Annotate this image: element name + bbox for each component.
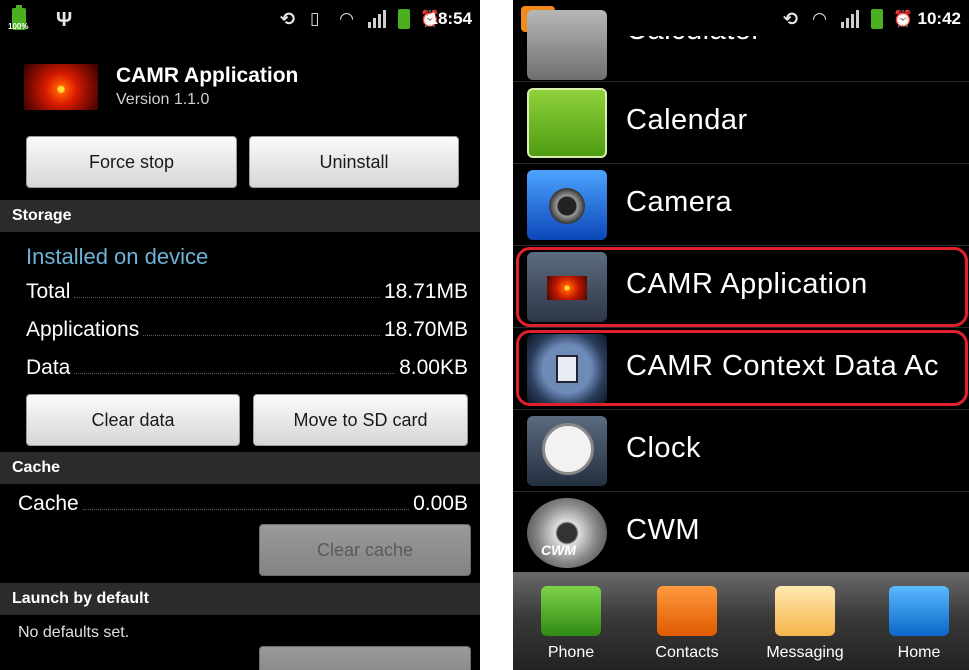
app-name: Camera <box>626 186 733 218</box>
storage-label: Applications <box>26 318 140 341</box>
storage-row-total: Total 18.71MB <box>26 280 468 312</box>
phone-icon <box>541 586 601 636</box>
clock-time: 18:54 <box>428 9 472 28</box>
cache-value: 0.00B <box>413 492 468 515</box>
dock-label: Contacts <box>655 644 719 661</box>
dock-label: Messaging <box>766 644 844 661</box>
dock-label: Phone <box>547 644 595 661</box>
storage-row-data: Data 8.00KB <box>26 356 468 388</box>
cwm-badge: CWM <box>541 542 576 558</box>
cache-label: Cache <box>18 492 79 515</box>
contacts-icon <box>657 586 717 636</box>
storage-label: Data <box>26 356 71 379</box>
battery-percent: 100% <box>8 22 29 31</box>
sync-icon: ⟲ <box>280 9 296 29</box>
app-item-cwm[interactable]: CWM CWM <box>513 492 969 574</box>
calculator-icon <box>527 10 607 80</box>
cwm-gear-icon: CWM <box>527 498 607 568</box>
app-item-camera[interactable]: Camera <box>513 164 969 246</box>
app-name: CWM <box>626 514 700 546</box>
installed-location: Installed on device <box>26 244 209 269</box>
app-name: Calendar <box>626 104 748 136</box>
app-item-calendar[interactable]: Calendar <box>513 82 969 164</box>
app-header: CAMR Application Version 1.1.0 <box>0 50 480 120</box>
dock-contacts[interactable]: Contacts <box>637 586 737 670</box>
dock-home[interactable]: Home <box>869 586 969 670</box>
camera-icon <box>527 170 607 240</box>
battery-status-icon <box>398 9 410 29</box>
dock-messaging[interactable]: Messaging <box>755 586 855 670</box>
storage-label: Total <box>26 280 71 303</box>
calendar-icon <box>527 88 607 158</box>
cache-header: Cache <box>0 452 480 484</box>
highlight-camr-context <box>516 330 968 406</box>
app-drawer-screen: 16° Ψ ⟲ ◠ ⏰ 10:42 Calculator Calendar Ca… <box>513 0 969 670</box>
status-bar: 100% Ψ ⟲ ▯ ◠ ⏰ 18:54 <box>0 0 480 38</box>
clock-icon <box>527 416 607 486</box>
clear-defaults-button[interactable] <box>259 646 471 670</box>
dock-label: Home <box>897 644 941 661</box>
storage-value: 18.70MB <box>383 318 468 341</box>
storage-value: 18.71MB <box>383 280 468 303</box>
camr-app-icon <box>24 64 98 110</box>
usb-icon: Ψ <box>56 9 73 31</box>
launch-default-header: Launch by default <box>0 583 480 615</box>
app-version: Version 1.1.0 <box>116 91 210 108</box>
vibrate-icon: ▯ <box>310 9 320 28</box>
force-stop-button[interactable]: Force stop <box>26 136 237 188</box>
dock-bar: Phone Contacts Messaging Home <box>513 572 969 670</box>
dock-phone[interactable]: Phone <box>521 586 621 670</box>
signal-icon <box>368 10 386 28</box>
app-name: Clock <box>626 432 702 464</box>
app-name: Calculator <box>626 14 762 46</box>
cache-row: Cache 0.00B <box>18 492 468 524</box>
storage-row-applications: Applications 18.70MB <box>26 318 468 350</box>
messaging-icon <box>775 586 835 636</box>
storage-value: 8.00KB <box>399 356 468 379</box>
move-to-sd-button[interactable]: Move to SD card <box>253 394 468 446</box>
clear-data-button[interactable]: Clear data <box>26 394 240 446</box>
wifi-icon: ◠ <box>340 9 354 28</box>
app-item-clock[interactable]: Clock <box>513 410 969 492</box>
app-item-calculator[interactable]: Calculator <box>513 0 969 82</box>
storage-header: Storage <box>0 200 480 232</box>
uninstall-button[interactable]: Uninstall <box>249 136 459 188</box>
clear-cache-button[interactable]: Clear cache <box>259 524 471 576</box>
app-title: CAMR Application <box>116 64 299 87</box>
home-icon <box>889 586 949 636</box>
app-info-screen: 100% Ψ ⟲ ▯ ◠ ⏰ 18:54 CAMR Application Ve… <box>0 0 480 670</box>
launch-default-text: No defaults set. <box>18 624 130 641</box>
highlight-camr-application <box>516 247 968 327</box>
